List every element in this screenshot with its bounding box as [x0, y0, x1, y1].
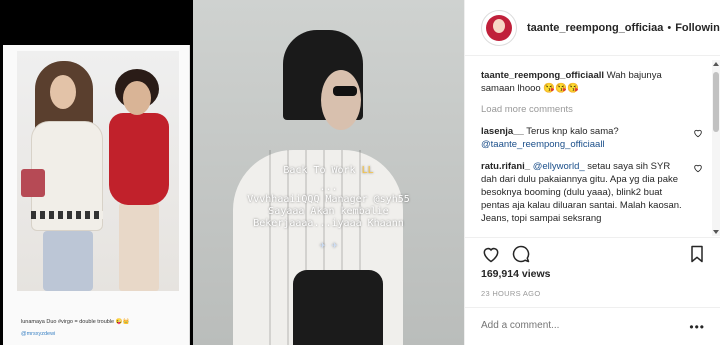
- scroll-down-icon[interactable]: [713, 230, 719, 234]
- avatar[interactable]: [481, 9, 517, 46]
- header-username[interactable]: taante_reempong_officiaa: [527, 22, 663, 34]
- post-media[interactable]: lunamaya Duo #virgo = double trouble 😜👑 …: [0, 0, 464, 345]
- comment-username[interactable]: ratu.rifani_: [481, 161, 530, 172]
- action-bar: [465, 237, 720, 267]
- scroll-up-icon[interactable]: [713, 62, 719, 66]
- video-frame[interactable]: Back To Work LL ... VvvhhaaiiQQQ Manager…: [193, 0, 464, 345]
- comment-mention[interactable]: @ellyworld_: [533, 161, 585, 172]
- comment-item: lasenja__ Terus knp kalo sama? @taante_r…: [481, 125, 703, 151]
- heart-icon[interactable]: [481, 244, 501, 264]
- comment-heart-icon[interactable]: [693, 128, 703, 138]
- view-count[interactable]: 169,914 views: [481, 268, 550, 280]
- add-comment-bar: •••: [465, 307, 720, 345]
- caption-comment: taante_reempong_officiaall Wah bajunya s…: [481, 69, 703, 95]
- comment-username[interactable]: taante_reempong_officiaall: [481, 70, 604, 81]
- separator-dot: •: [667, 21, 672, 34]
- comments-list: taante_reempong_officiaall Wah bajunya s…: [465, 57, 720, 237]
- post-timestamp[interactable]: 23 HOURS AGO: [481, 289, 540, 298]
- left-photo-caption: lunamaya Duo #virgo = double trouble 😜👑: [21, 319, 130, 325]
- scroll-thumb[interactable]: [713, 72, 719, 132]
- comment-text: Terus knp kalo sama?: [523, 126, 619, 137]
- video-overlay-line6: ✈ ✈: [319, 240, 338, 251]
- left-photo: [17, 51, 179, 291]
- add-comment-input[interactable]: [481, 320, 681, 331]
- post-sidebar: taante_reempong_officiaa • Following taa…: [464, 0, 720, 345]
- comment-heart-icon[interactable]: [693, 163, 703, 173]
- left-photo-card: lunamaya Duo #virgo = double trouble 😜👑 …: [3, 45, 190, 345]
- following-button[interactable]: Following: [675, 22, 720, 34]
- comment-mention[interactable]: @taante_reempong_officiaall: [481, 139, 605, 150]
- bookmark-icon[interactable]: [687, 244, 707, 264]
- comment-username[interactable]: lasenja__: [481, 126, 524, 137]
- left-photo-mention: @mrsxyzdewi: [21, 331, 56, 337]
- load-more-comments-button[interactable]: Load more comments: [481, 104, 703, 115]
- video-overlay-line3: VvvhhaaiiQQQ Manager @syh55: [247, 194, 410, 205]
- comment-item: ratu.rifani_ @ellyworld_ setau saya sih …: [481, 160, 703, 225]
- video-overlay-line5: Bekerjaaaa...iyaaa Khaann: [253, 218, 404, 229]
- post-header: taante_reempong_officiaa • Following: [465, 0, 720, 56]
- instagram-post-view: lunamaya Duo #virgo = double trouble 😜👑 …: [0, 0, 720, 345]
- video-overlay-line4: Sayaaa Akan kembalie: [268, 206, 389, 217]
- comments-scrollbar[interactable]: [712, 60, 720, 236]
- video-overlay-line1: Back To Work LL: [283, 165, 374, 176]
- video-overlay-line2: ...: [319, 182, 338, 193]
- more-options-icon[interactable]: •••: [689, 320, 705, 334]
- comment-icon[interactable]: [511, 244, 531, 264]
